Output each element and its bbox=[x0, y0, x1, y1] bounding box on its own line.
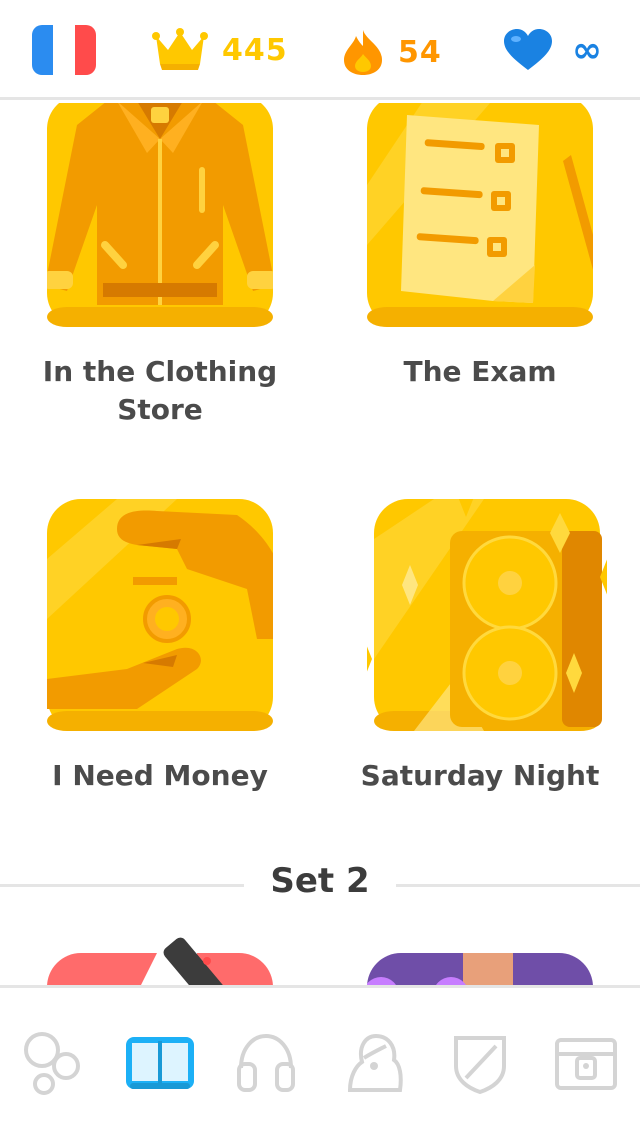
exam-paper-icon bbox=[367, 103, 607, 327]
hearts-count: ∞ bbox=[572, 29, 603, 71]
streak-count: 54 bbox=[398, 34, 442, 70]
divider-line bbox=[396, 884, 640, 887]
set-title: Set 2 bbox=[270, 861, 370, 901]
nav-leagues[interactable] bbox=[440, 1028, 520, 1098]
set-divider: Set 2 bbox=[0, 851, 640, 915]
top-bar: 445 54 ∞ bbox=[0, 0, 640, 100]
skill-label: The Exam bbox=[403, 355, 557, 388]
skill-label: I Need Money bbox=[52, 759, 268, 792]
skill-tree[interactable]: In the Clothing Store The Exam I Need Mo… bbox=[0, 103, 640, 985]
money-hands-icon bbox=[47, 499, 292, 731]
nav-listening[interactable] bbox=[226, 1028, 306, 1098]
crown-count: 445 bbox=[222, 32, 288, 68]
phone-icon bbox=[47, 933, 273, 985]
hearts-counter[interactable]: ∞ bbox=[502, 28, 603, 72]
flame-icon bbox=[344, 30, 382, 75]
shield-icon bbox=[454, 1036, 506, 1094]
skill-label: Saturday Night bbox=[360, 759, 600, 792]
chest-icon bbox=[555, 1038, 617, 1090]
france-flag-icon[interactable] bbox=[32, 25, 96, 75]
book-icon bbox=[126, 1037, 194, 1089]
heart-icon bbox=[504, 29, 552, 70]
streak-counter[interactable]: 54 bbox=[342, 28, 442, 76]
skill-clothing-store[interactable]: In the Clothing Store bbox=[40, 103, 280, 429]
speaker-icon bbox=[356, 477, 616, 731]
nav-circles[interactable] bbox=[12, 1028, 92, 1098]
crown-icon bbox=[152, 28, 208, 70]
nav-learn[interactable] bbox=[120, 1028, 200, 1098]
circles-icon bbox=[24, 1032, 80, 1095]
bottom-nav bbox=[0, 985, 640, 1136]
skill-the-exam[interactable]: The Exam bbox=[360, 103, 607, 391]
skill-next-left[interactable] bbox=[40, 933, 280, 985]
crown-counter[interactable]: 445 bbox=[152, 28, 288, 72]
character-portrait-icon bbox=[366, 933, 593, 985]
nav-stories[interactable] bbox=[334, 1028, 414, 1098]
skill-i-need-money[interactable]: I Need Money bbox=[40, 499, 292, 795]
headphones-icon bbox=[237, 1033, 295, 1092]
skill-label: In the Clothing Store bbox=[42, 355, 278, 426]
skill-next-right[interactable] bbox=[360, 933, 600, 985]
nav-shop[interactable] bbox=[546, 1028, 626, 1098]
jacket-icon bbox=[43, 103, 277, 327]
character-icon bbox=[347, 1033, 403, 1092]
skill-saturday-night[interactable]: Saturday Night bbox=[356, 477, 616, 795]
